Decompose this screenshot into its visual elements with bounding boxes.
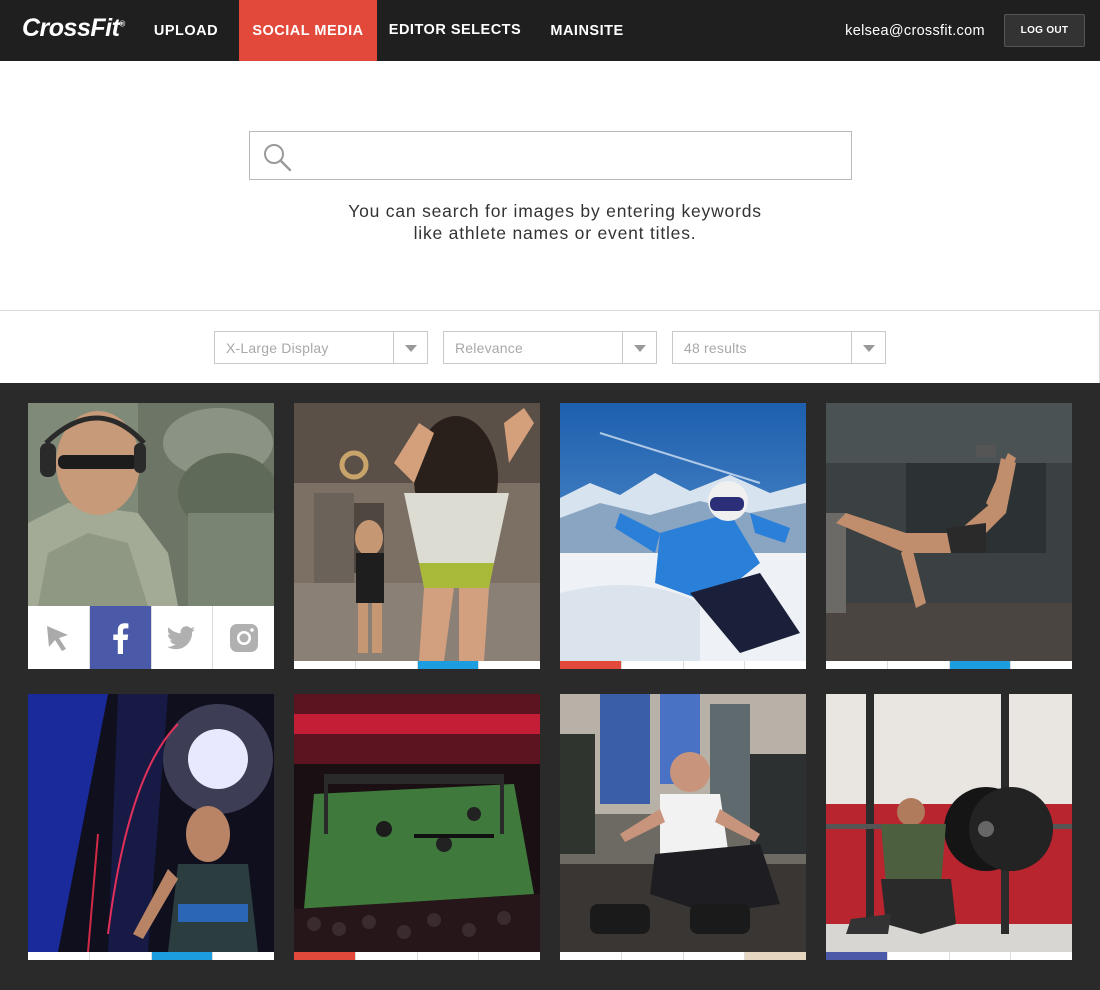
photo-handstand[interactable]: [826, 403, 1072, 661]
image-card[interactable]: [826, 403, 1072, 669]
display-size-select[interactable]: X-Large Display: [214, 331, 428, 364]
nav-social-media[interactable]: SOCIAL MEDIA: [239, 0, 377, 61]
select-button[interactable]: [28, 606, 90, 669]
image-card[interactable]: [28, 403, 274, 669]
twitter-icon: [167, 625, 195, 649]
search-hint-line-2: like athlete names or event titles.: [413, 223, 697, 243]
search-box[interactable]: [249, 131, 852, 180]
chevron-down-icon[interactable]: [851, 332, 885, 363]
facebook-share-button[interactable]: [89, 606, 152, 669]
share-status-strip: [560, 952, 806, 960]
photo-squat[interactable]: [826, 694, 1072, 952]
nav-editor-selects[interactable]: EDITOR SELECTS: [382, 0, 528, 61]
results-count-value: 48 results: [684, 340, 747, 356]
sort-select[interactable]: Relevance: [443, 331, 657, 364]
logout-button[interactable]: LOG OUT: [1004, 14, 1085, 47]
search-hint-line-1: You can search for images by entering ke…: [348, 201, 762, 221]
photo-skier[interactable]: [560, 403, 806, 661]
search-section: You can search for images by entering ke…: [0, 61, 1100, 310]
instagram-icon: [229, 623, 258, 652]
sort-value: Relevance: [455, 340, 523, 356]
image-card[interactable]: [560, 694, 806, 960]
crossfit-logo[interactable]: CrossFit®: [22, 14, 125, 43]
display-size-value: X-Large Display: [226, 340, 329, 356]
share-status-strip: [560, 661, 806, 669]
share-status-strip: [28, 952, 274, 960]
chevron-down-icon[interactable]: [622, 332, 656, 363]
image-card[interactable]: [28, 694, 274, 960]
facebook-icon: [113, 622, 129, 654]
photo-soldier[interactable]: [28, 403, 274, 606]
search-icon: [264, 144, 292, 172]
image-card[interactable]: [826, 694, 1072, 960]
share-status-strip: [294, 952, 540, 960]
search-input[interactable]: [304, 132, 844, 179]
user-email: kelsea@crossfit.com: [845, 23, 985, 39]
photo-situp[interactable]: [560, 694, 806, 952]
search-hint: You can search for images by entering ke…: [250, 200, 860, 244]
nav-mainsite[interactable]: MAINSITE: [534, 0, 640, 61]
photo-arena[interactable]: [294, 694, 540, 952]
image-card[interactable]: [560, 403, 806, 669]
twitter-share-button[interactable]: [151, 606, 214, 669]
share-status-strip: [826, 952, 1072, 960]
image-card[interactable]: [294, 694, 540, 960]
photo-jump-rope[interactable]: [28, 694, 274, 952]
share-status-strip: [294, 661, 540, 669]
share-row: [28, 606, 274, 669]
share-status-strip: [826, 661, 1072, 669]
cursor-icon: [47, 625, 69, 651]
filter-bar: X-Large Display Relevance 48 results: [0, 310, 1100, 383]
chevron-down-icon[interactable]: [393, 332, 427, 363]
image-grid: [0, 383, 1100, 990]
top-nav-bar: CrossFit® UPLOAD SOCIAL MEDIA EDITOR SEL…: [0, 0, 1100, 61]
instagram-share-button[interactable]: [213, 606, 274, 669]
results-count-select[interactable]: 48 results: [672, 331, 886, 364]
nav-upload[interactable]: UPLOAD: [140, 0, 232, 61]
image-card[interactable]: [294, 403, 540, 669]
photo-rings[interactable]: [294, 403, 540, 661]
